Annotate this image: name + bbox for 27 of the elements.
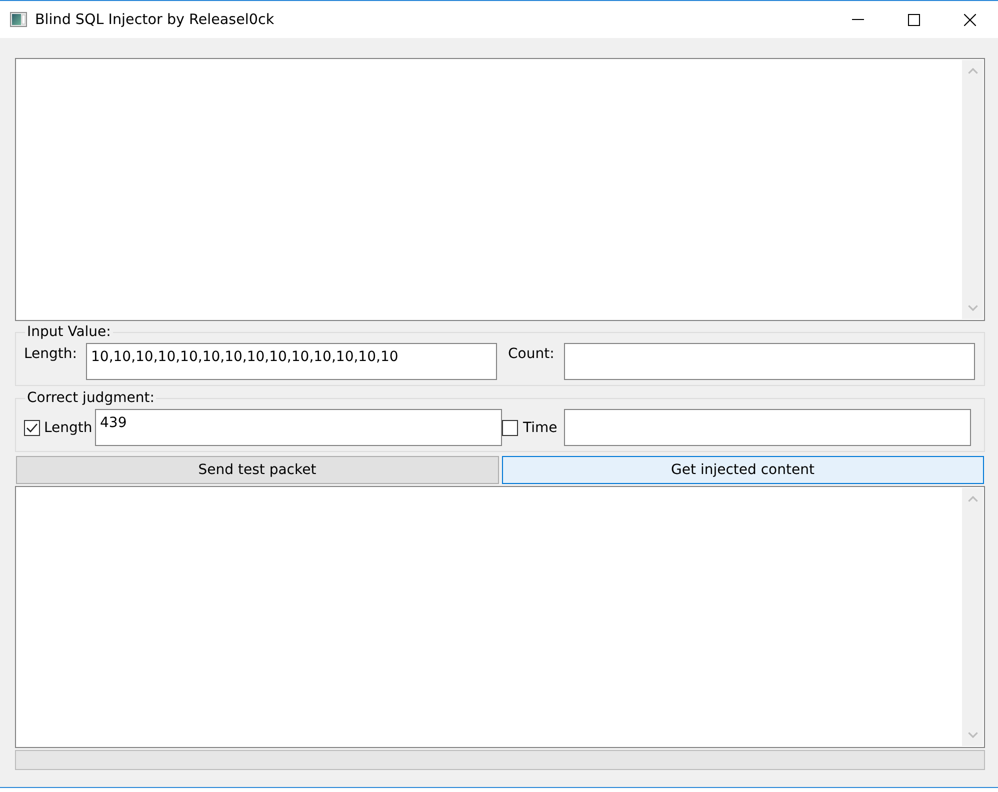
chevron-up-icon[interactable] — [968, 68, 978, 74]
text-area[interactable] — [15, 58, 985, 321]
action-button[interactable]: Send test packet — [16, 456, 498, 484]
time-label: Time — [522, 420, 558, 436]
checkbox[interactable] — [502, 420, 518, 436]
length-input[interactable]: 10,10,10,10,10,10,10,10,10,10,10,10,10,10 — [86, 343, 497, 380]
text-area[interactable] — [15, 486, 985, 748]
window-title: Blind SQL Injector by Releasel0ck — [35, 12, 274, 28]
length-label: Length — [43, 420, 94, 436]
scrollbar[interactable] — [962, 60, 983, 319]
scrollbar[interactable] — [962, 488, 983, 746]
checkbox[interactable] — [24, 420, 40, 436]
chevron-down-icon[interactable] — [968, 732, 978, 738]
length-input[interactable]: 439 — [95, 409, 502, 446]
minimize-icon[interactable] — [852, 19, 864, 20]
chevron-down-icon[interactable] — [968, 305, 978, 311]
count-label: Count: — [508, 345, 556, 362]
app-icon — [10, 12, 27, 27]
group-title: Correct judgment: — [26, 390, 156, 406]
length-label: Length: — [24, 345, 78, 362]
action-button[interactable]: Get injected content — [502, 456, 984, 484]
maximize-icon[interactable] — [908, 14, 920, 26]
count-input[interactable] — [564, 343, 975, 380]
time-input[interactable] — [564, 409, 971, 446]
close-icon[interactable] — [964, 14, 976, 26]
chevron-up-icon[interactable] — [968, 496, 978, 502]
group-title: Input Value: — [26, 324, 112, 340]
